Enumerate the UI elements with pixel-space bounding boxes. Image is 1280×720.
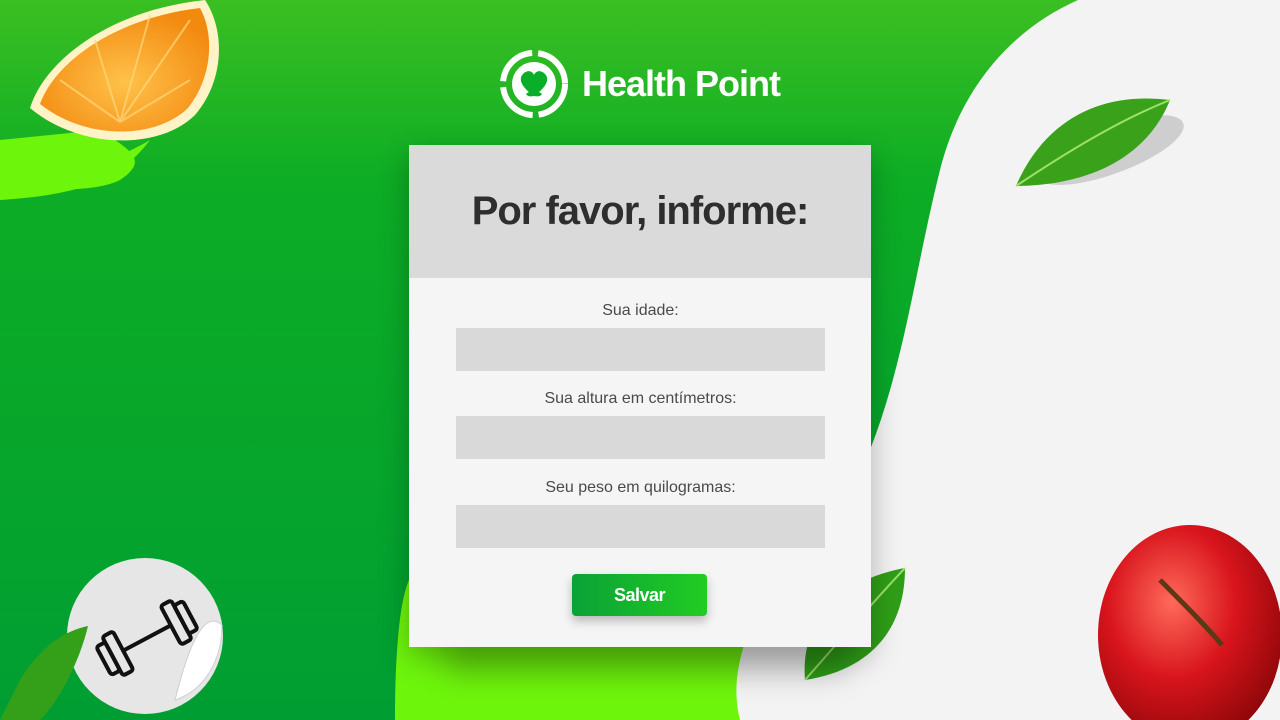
height-input[interactable] (456, 416, 825, 459)
save-button[interactable]: Salvar (572, 574, 707, 616)
weight-field-group: Seu peso em quilogramas: (456, 479, 825, 548)
height-field-group: Sua altura em centímetros: (456, 390, 825, 459)
heart-leaf-icon (499, 50, 568, 118)
dumbbell-icon (95, 599, 199, 677)
weight-label: Seu peso em quilogramas: (545, 479, 736, 496)
age-input[interactable] (456, 328, 825, 371)
info-form-card: Por favor, informe: Sua idade: Sua altur… (409, 145, 871, 647)
form-heading: Por favor, informe: (471, 189, 810, 233)
app-title: Health Point (581, 63, 781, 104)
age-label: Sua idade: (602, 302, 679, 319)
height-label: Sua altura em centímetros: (544, 390, 737, 407)
age-field-group: Sua idade: (456, 302, 825, 371)
weight-input[interactable] (456, 505, 825, 548)
card-header: Por favor, informe: (409, 145, 871, 278)
brand-header: Health Point (0, 50, 1280, 118)
